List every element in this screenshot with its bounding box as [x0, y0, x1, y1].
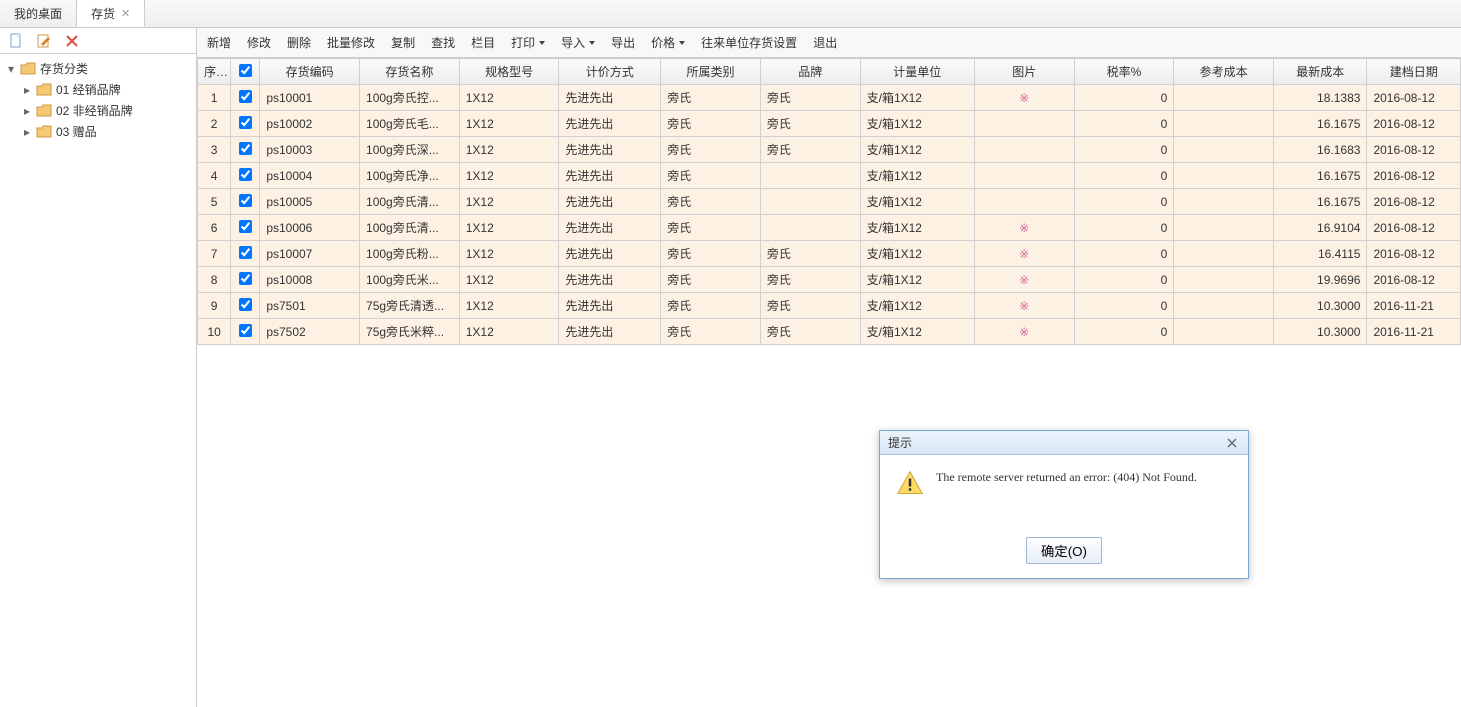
tab-1[interactable]: 存货 ✕: [77, 0, 145, 27]
tree-root[interactable]: ▾ 存货分类: [2, 58, 194, 79]
expand-icon[interactable]: ▸: [22, 83, 32, 97]
ok-button[interactable]: 确定(O): [1026, 537, 1102, 564]
close-icon[interactable]: ✕: [121, 7, 130, 20]
dialog-titlebar[interactable]: 提示: [880, 431, 1248, 455]
close-icon[interactable]: [1224, 435, 1240, 451]
dialog-backdrop: 提示 The remote server returned an error: …: [197, 28, 1461, 707]
expand-icon[interactable]: ▸: [22, 104, 32, 118]
dialog-title-text: 提示: [888, 434, 912, 451]
error-dialog: 提示 The remote server returned an error: …: [879, 430, 1249, 579]
delete-icon[interactable]: [64, 33, 80, 49]
tab-label: 我的桌面: [14, 5, 62, 22]
tree-item-0[interactable]: ▸ 01 经销品牌: [2, 79, 194, 100]
tab-bar: 我的桌面 存货 ✕: [0, 0, 1461, 28]
tree-item-label: 03 赠品: [56, 123, 97, 140]
sidebar-toolbar: [0, 28, 196, 54]
new-doc-icon[interactable]: [8, 33, 24, 49]
tree-item-label: 01 经销品牌: [56, 81, 121, 98]
tree: ▾ 存货分类 ▸ 01 经销品牌 ▸ 02 非经销品牌 ▸ 03 赠品: [0, 54, 196, 146]
edit-icon[interactable]: [36, 33, 52, 49]
dialog-message: The remote server returned an error: (40…: [936, 469, 1197, 517]
main-area: 新增修改删除批量修改复制查找栏目打印导入导出价格往来单位存货设置退出 序号存货编…: [197, 28, 1461, 707]
tree-root-label: 存货分类: [40, 60, 88, 77]
tree-item-label: 02 非经销品牌: [56, 102, 133, 119]
collapse-icon[interactable]: ▾: [6, 62, 16, 76]
tree-item-1[interactable]: ▸ 02 非经销品牌: [2, 100, 194, 121]
sidebar: ▾ 存货分类 ▸ 01 经销品牌 ▸ 02 非经销品牌 ▸ 03 赠品: [0, 28, 197, 707]
tree-item-2[interactable]: ▸ 03 赠品: [2, 121, 194, 142]
tab-0[interactable]: 我的桌面: [0, 0, 77, 27]
expand-icon[interactable]: ▸: [22, 125, 32, 139]
ok-button-label: 确定(O): [1041, 544, 1087, 559]
tab-label: 存货: [91, 5, 115, 22]
warning-icon: [896, 469, 924, 497]
